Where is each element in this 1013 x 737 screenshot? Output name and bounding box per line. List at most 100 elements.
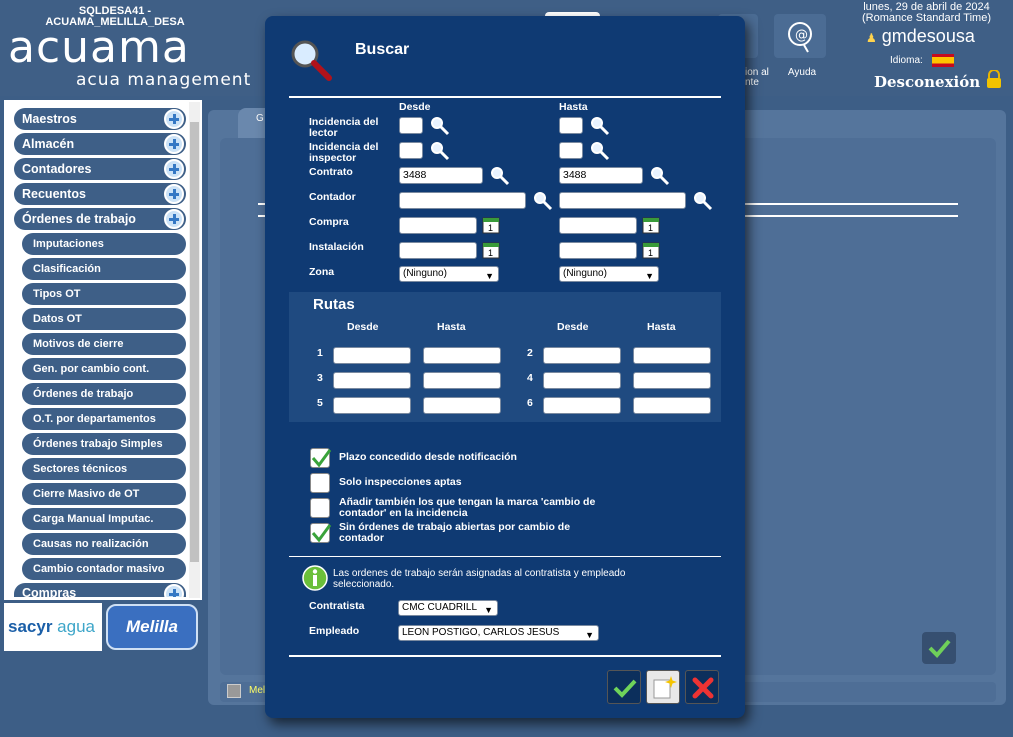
date-line-2: (Romance Standard Time) — [862, 12, 991, 24]
sidebar-subitem[interactable]: Sectores técnicos — [22, 458, 186, 480]
lookup-magnifier-icon[interactable] — [532, 190, 554, 212]
ruta-hasta-input[interactable] — [633, 372, 711, 389]
calendar-icon[interactable]: 1 — [482, 216, 500, 234]
background-checkbox[interactable] — [227, 684, 241, 698]
expand-plus-icon[interactable] — [164, 209, 184, 229]
rutas-section: Rutas Desde Hasta Desde Hasta 1 2 3 4 5 … — [289, 292, 721, 422]
anadir-cambio-checkbox[interactable] — [310, 498, 330, 518]
empleado-select[interactable]: LEON POSTIGO, CARLOS JESUS ▼ — [398, 625, 599, 641]
calendar-icon[interactable]: 1 — [642, 216, 660, 234]
ruta-hasta-input[interactable] — [423, 397, 501, 414]
expand-plus-icon[interactable] — [164, 159, 184, 179]
sidebar-item-compras[interactable]: Compras — [14, 583, 186, 597]
ruta-desde-input[interactable] — [333, 397, 411, 414]
clear-button[interactable] — [646, 670, 680, 704]
sidebar-subitem[interactable]: Imputaciones — [22, 233, 186, 255]
svg-text:1: 1 — [648, 223, 653, 233]
incidencia-inspector-desde-input[interactable] — [399, 142, 423, 159]
incidencia-lector-desde-input[interactable] — [399, 117, 423, 134]
cancel-button[interactable] — [685, 670, 719, 704]
language-label: Idioma: — [890, 55, 923, 67]
language-selector[interactable]: Idioma: — [890, 54, 954, 67]
instalacion-hasta-input[interactable] — [559, 242, 637, 259]
calendar-icon[interactable]: 1 — [642, 241, 660, 259]
sidebar-subitem[interactable]: Tipos OT — [22, 283, 186, 305]
sidebar-subitem[interactable]: O.T. por departamentos — [22, 408, 186, 430]
zona-hasta-select[interactable]: (Ninguno) ▼ — [559, 266, 659, 282]
help-button[interactable]: @ — [774, 14, 826, 58]
contrato-desde-input[interactable]: 3488 — [399, 167, 483, 184]
sin-ordenes-checkbox[interactable] — [310, 523, 332, 543]
sidebar-item-maestros[interactable]: Maestros — [14, 108, 186, 130]
sidebar-subitem[interactable]: Clasificación — [22, 258, 186, 280]
ruta-row-number: 5 — [317, 397, 323, 409]
sidebar-item-recuentos[interactable]: Recuentos — [14, 183, 186, 205]
ruta-desde-input[interactable] — [333, 347, 411, 364]
ruta-hasta-input[interactable] — [423, 372, 501, 389]
incidencia-lector-hasta-input[interactable] — [559, 117, 583, 134]
chevron-down-icon: ▼ — [484, 605, 493, 615]
lookup-magnifier-icon[interactable] — [589, 115, 611, 137]
compra-hasta-input[interactable] — [559, 217, 637, 234]
sidebar-item-almacen[interactable]: Almacén — [14, 133, 186, 155]
solo-aptas-checkbox[interactable] — [310, 473, 330, 493]
sidebar-subitem[interactable]: Cierre Masivo de OT — [22, 483, 186, 505]
background-ok-button[interactable] — [922, 632, 956, 664]
divider — [289, 556, 721, 557]
expand-plus-icon[interactable] — [164, 184, 184, 204]
col-hasta-header: Hasta — [559, 101, 588, 113]
contratista-select[interactable]: CMC CUADRILL ▼ — [398, 600, 498, 616]
rutas-hasta-header: Hasta — [437, 321, 466, 333]
contrato-hasta-input[interactable]: 3488 — [559, 167, 643, 184]
sidebar-subitem[interactable]: Órdenes trabajo Simples — [22, 433, 186, 455]
lookup-magnifier-icon[interactable] — [589, 140, 611, 162]
solo-aptas-label: Solo inspecciones aptas — [339, 476, 462, 488]
instalacion-desde-input[interactable] — [399, 242, 477, 259]
ruta-hasta-input[interactable] — [633, 397, 711, 414]
svg-text:1: 1 — [488, 248, 493, 258]
compra-desde-input[interactable] — [399, 217, 477, 234]
ruta-desde-input[interactable] — [543, 397, 621, 414]
contador-hasta-input[interactable] — [559, 192, 686, 209]
sidebar-subitem[interactable]: Gen. por cambio cont. — [22, 358, 186, 380]
sidebar-item-ordenes-trabajo[interactable]: Órdenes de trabajo — [14, 208, 186, 230]
username[interactable]: ♟ gmdesousa — [866, 26, 975, 47]
ruta-hasta-input[interactable] — [633, 347, 711, 364]
sidebar-subitem[interactable]: Carga Manual Imputac. — [22, 508, 186, 530]
sidebar-subitem[interactable]: Órdenes de trabajo — [22, 383, 186, 405]
checkmark-icon — [311, 449, 332, 468]
contador-desde-input[interactable] — [399, 192, 526, 209]
lookup-magnifier-icon[interactable] — [429, 140, 451, 162]
sidebar-item-contadores[interactable]: Contadores — [14, 158, 186, 180]
spain-flag-icon[interactable] — [931, 54, 954, 67]
sin-ordenes-label: Sin órdenes de trabajo abiertas por camb… — [339, 521, 571, 544]
lookup-magnifier-icon[interactable] — [489, 165, 511, 187]
lock-icon[interactable] — [985, 70, 1003, 88]
sidebar-subitem[interactable]: Causas no realización — [22, 533, 186, 555]
plazo-checkbox[interactable] — [310, 448, 332, 468]
ruta-hasta-input[interactable] — [423, 347, 501, 364]
ruta-desde-input[interactable] — [543, 347, 621, 364]
sidebar-subitem[interactable]: Cambio contador masivo — [22, 558, 186, 580]
accept-button[interactable] — [607, 670, 641, 704]
lookup-magnifier-icon[interactable] — [429, 115, 451, 137]
dialog-title: Buscar — [355, 41, 410, 58]
col-desde-header: Desde — [399, 101, 431, 113]
expand-plus-icon[interactable] — [164, 109, 184, 129]
lookup-magnifier-icon[interactable] — [692, 190, 714, 212]
expand-plus-icon[interactable] — [164, 584, 184, 597]
rutas-title: Rutas — [313, 296, 355, 313]
scrollbar-thumb[interactable] — [190, 122, 199, 562]
incidencia-inspector-hasta-input[interactable] — [559, 142, 583, 159]
ruta-desde-input[interactable] — [333, 372, 411, 389]
logout-link[interactable]: Desconexión — [874, 73, 980, 91]
calendar-icon[interactable]: 1 — [482, 241, 500, 259]
expand-plus-icon[interactable] — [164, 134, 184, 154]
sidebar-scrollbar[interactable] — [189, 102, 200, 598]
ruta-desde-input[interactable] — [543, 372, 621, 389]
lookup-magnifier-icon[interactable] — [649, 165, 671, 187]
sidebar-subitem[interactable]: Motivos de cierre — [22, 333, 186, 355]
zona-desde-select[interactable]: (Ninguno) ▼ — [399, 266, 499, 282]
info-icon — [302, 565, 328, 591]
sidebar-subitem[interactable]: Datos OT — [22, 308, 186, 330]
